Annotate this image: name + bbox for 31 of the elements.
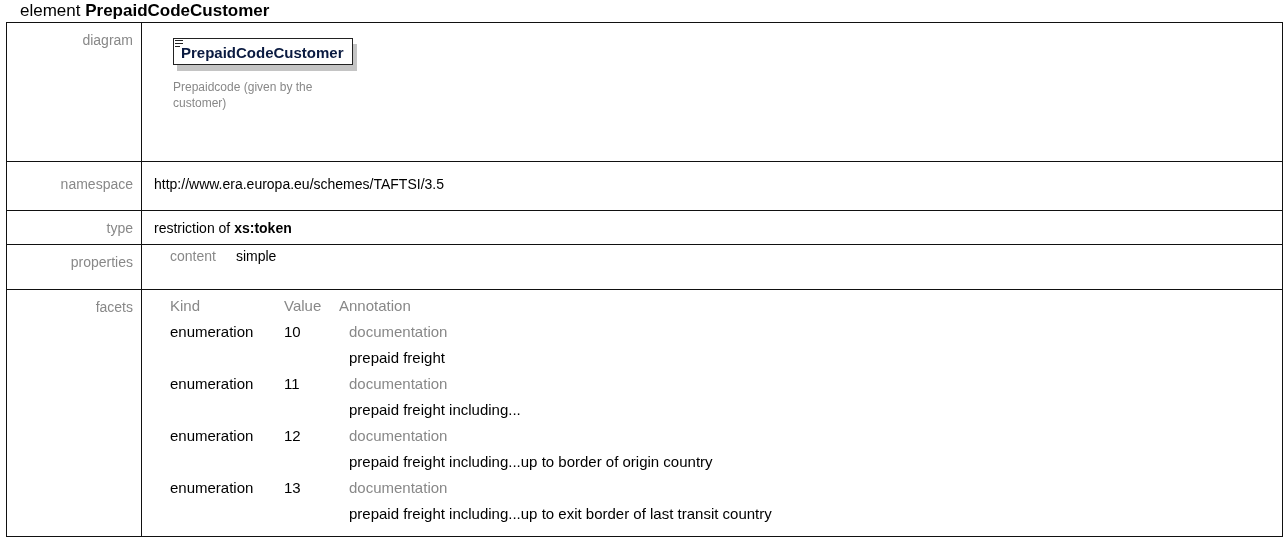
column-header: Annotation [339,296,412,316]
facet-value: 10 [284,322,302,342]
list-icon [175,40,183,47]
facet-value: 13 [284,478,302,498]
annotation-text: prepaid freight including...up to border of origin country [348,452,714,472]
row-label: type [106,220,133,236]
annotation-text: prepaid freight including... [348,400,522,420]
property-name: content [170,248,216,264]
annotation-label: documentation [348,478,449,498]
row-label: namespace [60,176,133,192]
annotation-label: documentation [348,426,449,446]
annotation-label: documentation [348,322,449,342]
annotation-text: prepaid freight [348,348,446,368]
row-label: diagram [82,32,133,48]
facet-kind: enumeration [170,322,255,342]
annotation-text: prepaid freight including...up to exit border of last transit country [348,504,773,524]
type-value: restriction of xs:token [154,220,292,236]
facet-kind: enumeration [170,478,255,498]
row-value: http://www.era.europa.eu/schemes/TAFTSI/3.5 [154,176,444,192]
annotation-label: documentation [348,374,449,394]
row-label: facets [95,299,133,315]
page-heading: element PrepaidCodeCustomer [19,0,271,22]
property-value: simple [235,248,277,264]
column-header: Kind [170,296,202,316]
facet-value: 12 [284,426,302,446]
facet-kind: enumeration [170,426,255,446]
column-header: Value [284,296,323,316]
facet-value: 11 [284,374,301,394]
element-caption: Prepaidcode (given by the customer) [173,79,314,111]
facet-kind: enumeration [170,374,255,394]
row-label: properties [70,254,133,270]
